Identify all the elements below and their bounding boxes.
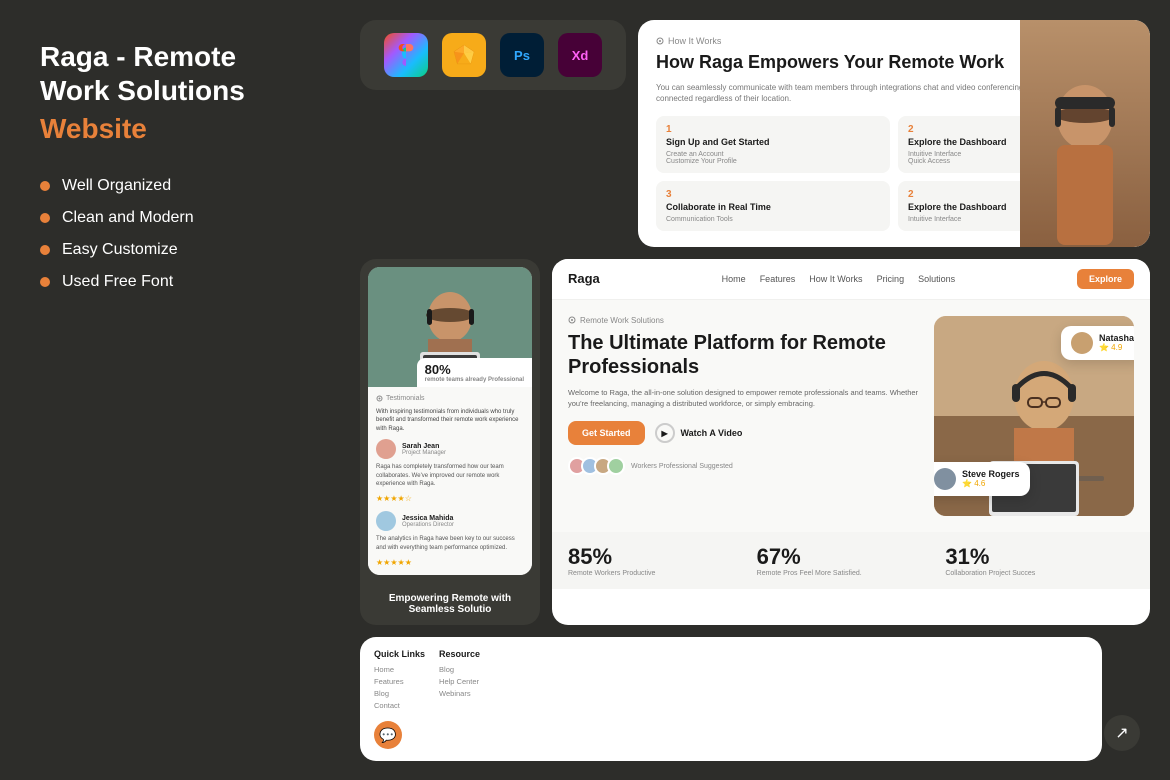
- worker-avatars: Workers Professional Suggested: [568, 457, 922, 475]
- left-panel: Raga - Remote Work Solutions Website Wel…: [0, 0, 340, 780]
- mobile-photo: 80% remote teams already Professional: [368, 267, 532, 387]
- steve-avatar: [934, 468, 956, 490]
- photoshop-icon: Ps: [500, 33, 544, 77]
- resource-col: Resource Blog Help Center Webinars: [439, 649, 480, 713]
- nav-links: Home Features How It Works Pricing Solut…: [620, 274, 1057, 284]
- explore-button[interactable]: Explore: [1077, 269, 1134, 289]
- step-3: 3 Collaborate in Real Time Communication…: [656, 181, 890, 231]
- hero-title: The Ultimate Platform for Remote Profess…: [568, 331, 922, 379]
- avatar: [607, 457, 625, 475]
- list-item: Well Organized: [40, 177, 300, 195]
- stat-2: 67% Remote Pros Feel More Satisfied.: [757, 544, 946, 577]
- stat-1: 85% Remote Workers Productive: [568, 544, 757, 577]
- testimonial-section: Testimonials With inspiring testimonials…: [368, 387, 532, 575]
- how-photo: [1020, 20, 1150, 247]
- footer-link[interactable]: Features: [374, 677, 425, 686]
- hero-photo-bg: Natasha ⭐ 4.9 Steve Rogers ⭐ 4.6: [934, 316, 1134, 516]
- avatar-stack: [568, 457, 625, 475]
- play-icon: ▶: [655, 423, 675, 443]
- site-logo: Raga: [568, 271, 600, 286]
- progress-value: 80% remote teams already Professional: [417, 358, 532, 387]
- sketch-icon: [442, 33, 486, 77]
- adobexd-icon: Xd: [558, 33, 602, 77]
- footer-link[interactable]: Contact: [374, 701, 425, 710]
- website-card: Raga Home Features How It Works Pricing …: [552, 259, 1150, 625]
- dot-icon: [40, 181, 50, 191]
- footer-link[interactable]: Home: [374, 665, 425, 674]
- workers-label: Workers Professional Suggested: [631, 463, 733, 470]
- chat-icon[interactable]: 💬: [374, 721, 402, 749]
- site-nav: Raga Home Features How It Works Pricing …: [552, 259, 1150, 300]
- hero-text: Remote Work Solutions The Ultimate Platf…: [568, 316, 922, 516]
- site-hero: Remote Work Solutions The Ultimate Platf…: [552, 300, 1150, 532]
- avatar-2: [376, 511, 396, 531]
- list-item: Clean and Modern: [40, 209, 300, 227]
- testimonial-label: Testimonials: [376, 395, 524, 402]
- footer-link[interactable]: Help Center: [439, 677, 480, 686]
- hero-photo: Natasha ⭐ 4.9 Steve Rogers ⭐ 4.6: [934, 316, 1134, 516]
- testimonial-user-2: Jessica Mahida Operations Director: [376, 511, 524, 531]
- hero-label: Remote Work Solutions: [568, 316, 922, 325]
- footer-card: Quick Links Home Features Blog Contact R…: [360, 637, 1102, 761]
- mobile-bottom-label: Empowering Remote with Seamless Solutio: [360, 583, 540, 625]
- feature-list: Well Organized Clean and Modern Easy Cus…: [40, 177, 300, 291]
- figma-icon: [384, 33, 428, 77]
- footer-link[interactable]: Webinars: [439, 689, 480, 698]
- top-row: Ps Xd How It Works How Raga Empowers You…: [360, 20, 1150, 247]
- middle-row: 80% remote teams already Professional Te…: [360, 259, 1150, 625]
- natasha-card: Natasha ⭐ 4.9: [1061, 326, 1134, 360]
- stats-row: 85% Remote Workers Productive 67% Remote…: [552, 532, 1150, 589]
- how-it-works-card: How It Works How Raga Empowers Your Remo…: [638, 20, 1150, 247]
- hero-buttons: Get Started ▶ Watch A Video: [568, 421, 922, 445]
- stat-3: 31% Collaboration Project Succes: [945, 544, 1134, 577]
- mobile-preview-card: 80% remote teams already Professional Te…: [360, 259, 540, 625]
- dot-icon: [40, 277, 50, 287]
- quick-links-col: Quick Links Home Features Blog Contact: [374, 649, 425, 713]
- tools-card: Ps Xd: [360, 20, 626, 90]
- list-item: Used Free Font: [40, 273, 300, 291]
- bottom-row: Quick Links Home Features Blog Contact R…: [360, 637, 1150, 761]
- list-item: Easy Customize: [40, 241, 300, 259]
- get-started-button[interactable]: Get Started: [568, 421, 645, 445]
- subtitle: Website: [40, 113, 300, 145]
- footer-link[interactable]: Blog: [439, 665, 480, 674]
- avatar-1: [376, 439, 396, 459]
- steve-rogers-card: Steve Rogers ⭐ 4.6: [934, 462, 1030, 496]
- arrow-button[interactable]: ↗: [1104, 715, 1140, 751]
- dot-icon: [40, 245, 50, 255]
- watch-video-button[interactable]: ▶ Watch A Video: [655, 423, 743, 443]
- step-1: 1 Sign Up and Get Started Create an Acco…: [656, 116, 890, 173]
- hero-description: Welcome to Raga, the all-in-one solution…: [568, 387, 922, 410]
- footer-link[interactable]: Blog: [374, 689, 425, 698]
- preview-area: Ps Xd How It Works How Raga Empowers You…: [340, 0, 1170, 780]
- natasha-avatar: [1071, 332, 1093, 354]
- dot-icon: [40, 213, 50, 223]
- testimonial-text-1: With inspiring testimonials from individ…: [376, 408, 524, 433]
- testimonial-user-1: Sarah Jean Project Manager: [376, 439, 524, 459]
- footer-inner: Quick Links Home Features Blog Contact R…: [374, 649, 1088, 713]
- mobile-inner: 80% remote teams already Professional Te…: [368, 267, 532, 575]
- main-title: Raga - Remote Work Solutions: [40, 40, 300, 107]
